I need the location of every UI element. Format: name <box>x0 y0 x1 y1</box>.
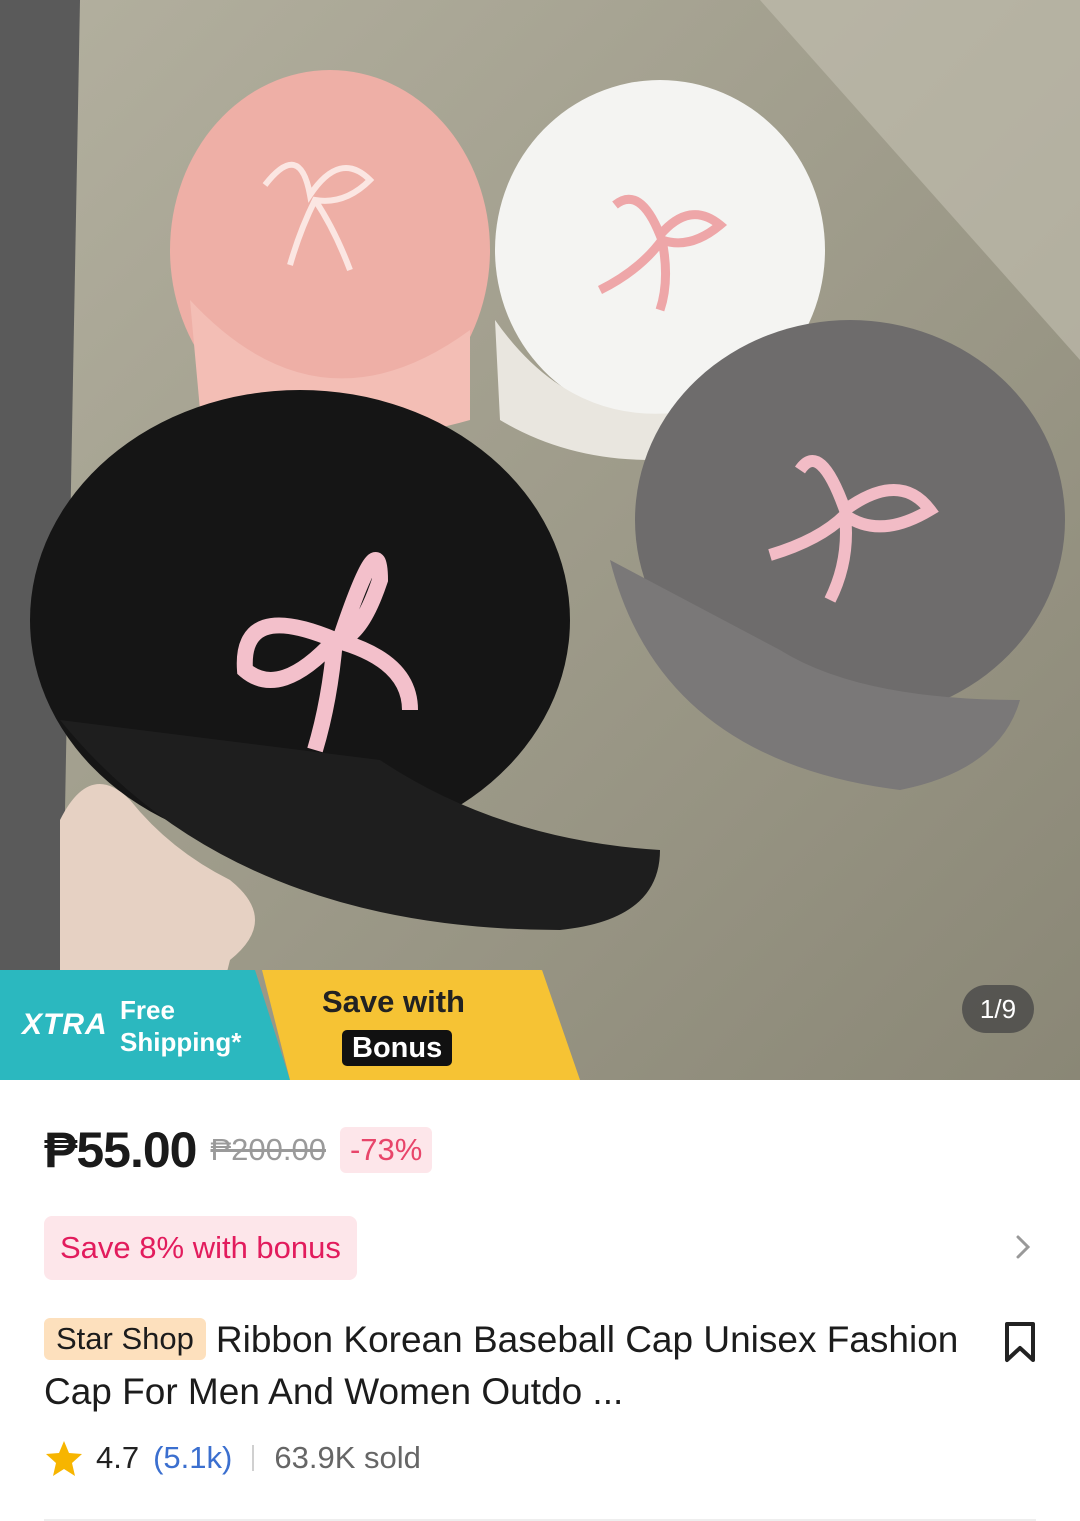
current-price: ₱55.00 <box>44 1122 197 1178</box>
save-with-label: Save with <box>322 984 465 1019</box>
rating-row[interactable]: 4.7 (5.1k) 63.9K sold <box>44 1436 421 1480</box>
free-line-1: Free <box>120 995 175 1025</box>
free-shipping-text: Free Shipping* <box>120 994 241 1058</box>
promo-strip[interactable]: XTRA Free Shipping* Save with Bonus <box>0 970 600 1080</box>
sold-count: 63.9K sold <box>274 1440 421 1475</box>
divider <box>252 1445 255 1471</box>
original-price: ₱200.00 <box>210 1132 326 1167</box>
xtra-logo: XTRA <box>22 1008 108 1041</box>
discount-badge: -73% <box>339 1127 433 1173</box>
bookmark-icon[interactable] <box>1002 1320 1038 1364</box>
review-count-link[interactable]: (5.1k) <box>153 1440 232 1476</box>
product-photo <box>0 0 1080 1080</box>
image-counter: 1/9 <box>962 985 1034 1033</box>
product-title[interactable]: Star Shop Ribbon Korean Baseball Cap Unis… <box>44 1314 974 1418</box>
star-icon <box>46 1441 82 1476</box>
bonus-pill: Bonus <box>342 1030 453 1066</box>
shop-tag[interactable]: Star Shop <box>44 1318 206 1360</box>
product-image-gallery[interactable]: 1/9 <box>0 0 1080 1080</box>
chevron-right-icon[interactable] <box>1006 1230 1040 1264</box>
free-line-2: Shipping* <box>120 1027 242 1057</box>
rating-value: 4.7 <box>96 1440 140 1475</box>
product-details: ₱55.00 ₱200.00 -73% Save 8% with bonus S… <box>0 1080 1080 1521</box>
bonus-savings-banner[interactable]: Save 8% with bonus <box>44 1216 357 1280</box>
price-row: ₱55.00 ₱200.00 -73% <box>44 1120 433 1180</box>
